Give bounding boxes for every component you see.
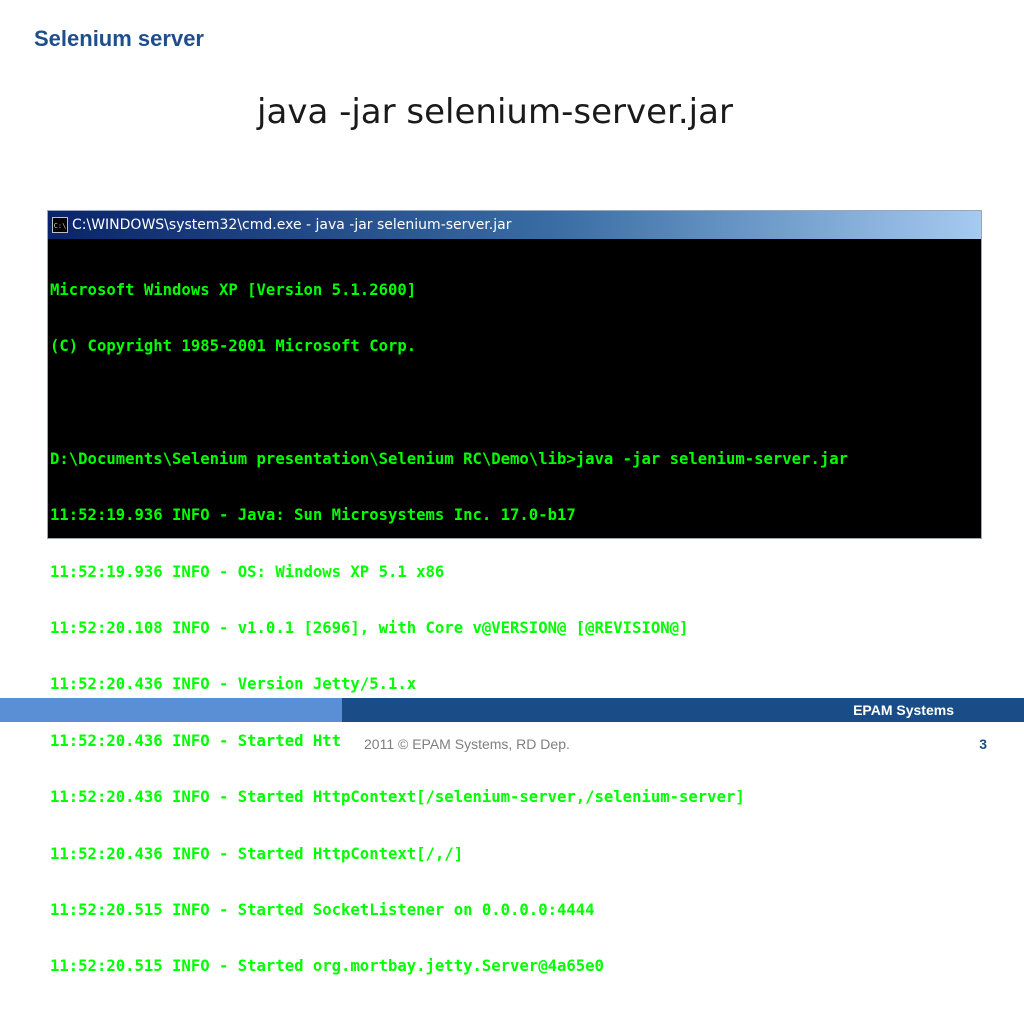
console-line: 11:52:20.436 INFO - Started HttpContext[… [50,844,464,863]
console-output[interactable]: Microsoft Windows XP [Version 5.1.2600] … [48,239,981,1014]
console-line: D:\Documents\Selenium presentation\Selen… [50,449,848,468]
console-line: (C) Copyright 1985-2001 Microsoft Corp. [50,336,417,355]
page-number: 3 [979,736,987,752]
footer-bar: EPAM Systems [342,698,1024,722]
console-line: 11:52:19.936 INFO - Java: Sun Microsyste… [50,506,576,525]
slide-title: Selenium server [34,26,204,51]
console-line: 11:52:19.936 INFO - OS: Windows XP 5.1 x… [50,562,445,581]
console-line: 11:52:20.515 INFO - Started SocketListen… [50,900,595,919]
console-line: Microsoft Windows XP [Version 5.1.2600] [50,280,417,299]
console-line: 11:52:20.436 INFO - Version Jetty/5.1.x [50,675,417,694]
command-heading: java -jar selenium-server.jar [257,92,733,132]
console-line: 11:52:20.108 INFO - v1.0.1 [2696], with … [50,618,689,637]
footer-company: EPAM Systems [853,702,954,718]
cmd-icon: C:\ [52,217,68,233]
window-title: C:\WINDOWS\system32\cmd.exe - java -jar … [72,217,512,233]
console-line: 11:52:20.436 INFO - Started HttpContext[… [50,788,745,807]
cmd-window: C:\ C:\WINDOWS\system32\cmd.exe - java -… [48,211,981,975]
footer-accent-bar [0,698,342,722]
console-line: 11:52:20.515 INFO - Started org.mortbay.… [50,957,604,976]
window-titlebar[interactable]: C:\ C:\WINDOWS\system32\cmd.exe - java -… [48,211,981,239]
footer-copyright: 2011 © EPAM Systems, RD Dep. [364,736,570,752]
footer-bottom: 2011 © EPAM Systems, RD Dep. 3 [342,722,1024,767]
